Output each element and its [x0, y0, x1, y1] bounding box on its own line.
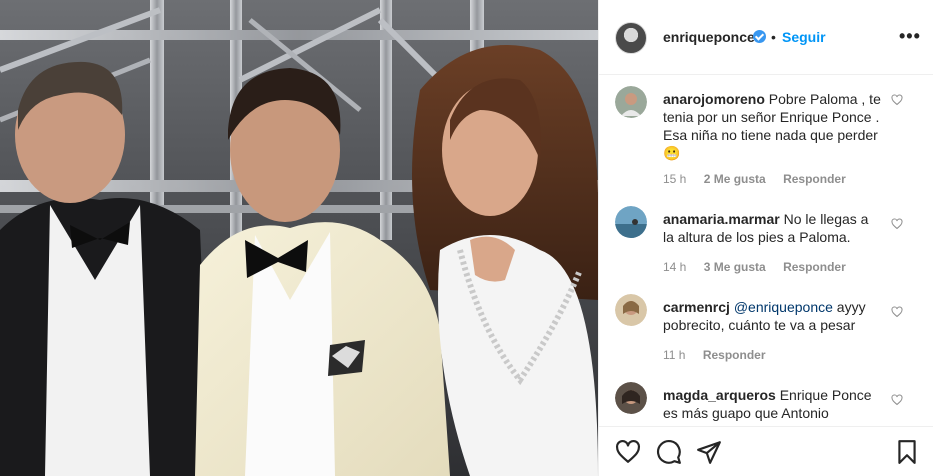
reply-button[interactable]: Responder [703, 348, 766, 362]
header-separator: • [771, 29, 776, 45]
reply-button[interactable]: Responder [783, 172, 846, 186]
author-username[interactable]: enriqueponce [663, 29, 755, 45]
comment-likes[interactable]: 3 Me gusta [704, 260, 766, 274]
post-header: enriqueponce • Seguir ••• [599, 0, 933, 75]
like-comment-icon[interactable] [891, 306, 903, 318]
follow-button[interactable]: Seguir [782, 29, 826, 45]
author-avatar[interactable] [615, 22, 647, 54]
comment-username[interactable]: carmenrcj [663, 299, 730, 315]
commenter-avatar[interactable] [615, 382, 647, 414]
like-comment-icon[interactable] [891, 394, 903, 406]
comment-text: anamaria.marmar No le llegas a la altura… [663, 210, 883, 246]
verified-badge-icon [753, 30, 766, 43]
commenter-avatar[interactable] [615, 206, 647, 238]
comment-icon[interactable] [656, 439, 682, 465]
comment-text: carmenrcj @enriqueponce ayyy pobrecito, … [663, 298, 883, 334]
bookmark-icon[interactable] [894, 439, 920, 465]
comment-text: anarojomoreno Pobre Paloma , te tenia po… [663, 90, 883, 162]
photo-scene [0, 0, 598, 476]
comment-likes[interactable]: 2 Me gusta [704, 172, 766, 186]
comment-emoji: 😬 [663, 145, 681, 161]
comment-meta: 15 h 2 Me gusta Responder [663, 172, 860, 186]
comment-username[interactable]: magda_arqueros [663, 387, 776, 403]
like-comment-icon[interactable] [891, 218, 903, 230]
commenter-avatar[interactable] [615, 86, 647, 118]
comment-username[interactable]: anarojomoreno [663, 91, 765, 107]
reply-button[interactable]: Responder [783, 260, 846, 274]
comment-time[interactable]: 14 h [663, 260, 686, 274]
heart-icon[interactable] [615, 439, 641, 465]
more-options-icon[interactable]: ••• [899, 26, 921, 47]
comment-mention[interactable]: @enriqueponce [734, 299, 833, 315]
comment-meta: 11 h Responder [663, 348, 780, 362]
comment-time[interactable]: 15 h [663, 172, 686, 186]
commenter-avatar[interactable] [615, 294, 647, 326]
comments-panel: enriqueponce • Seguir ••• anarojomoreno … [598, 0, 933, 476]
comment-username[interactable]: anamaria.marmar [663, 211, 780, 227]
post-actions-bar [599, 426, 933, 476]
comment-time[interactable]: 11 h [663, 348, 685, 362]
share-icon[interactable] [696, 439, 722, 465]
comment-meta: 14 h 3 Me gusta Responder [663, 260, 860, 274]
like-comment-icon[interactable] [891, 94, 903, 106]
post-photo[interactable] [0, 0, 598, 476]
